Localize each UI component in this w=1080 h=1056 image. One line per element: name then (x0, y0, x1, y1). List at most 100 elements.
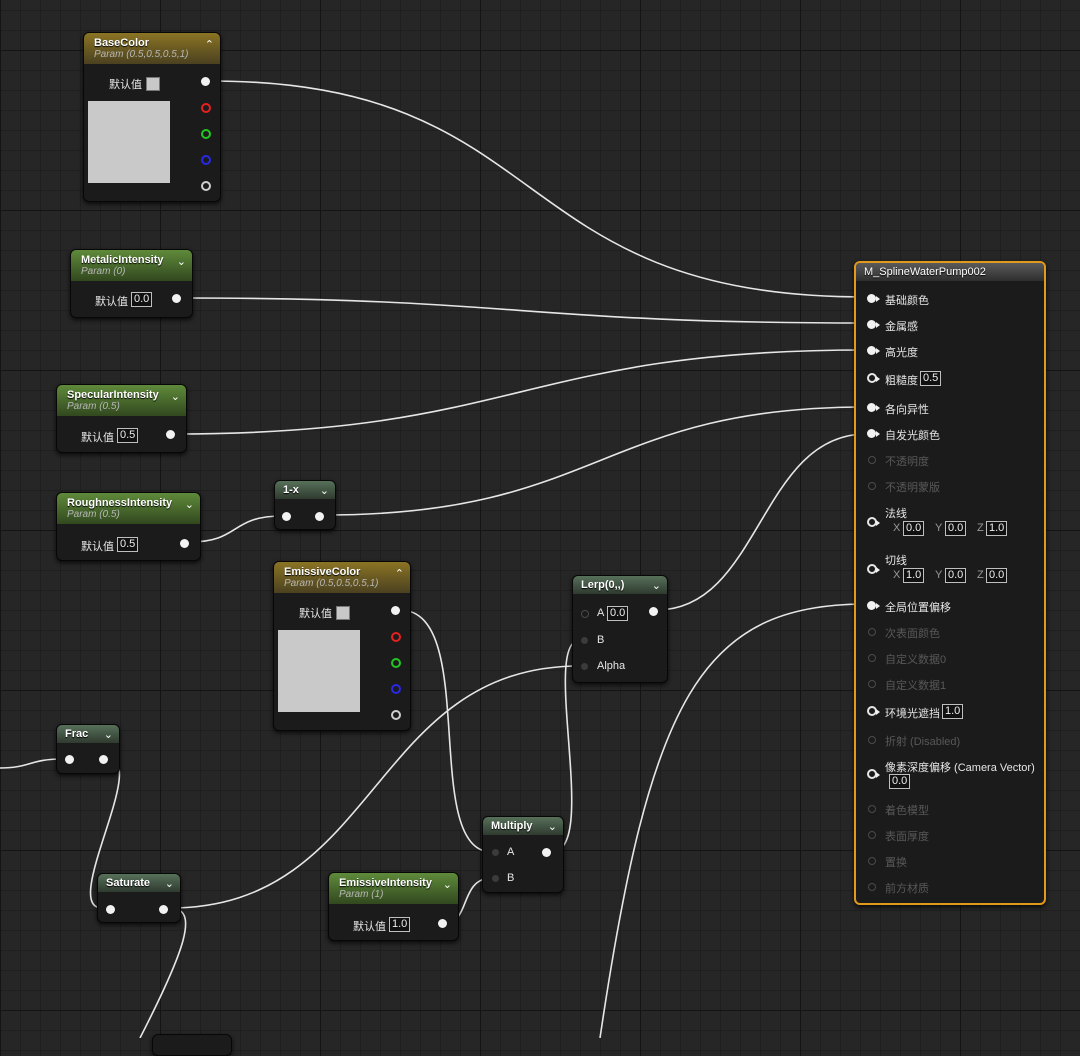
saturate-header[interactable]: Saturate ⌄ (98, 874, 180, 892)
roughness-header[interactable]: RoughnessIntensity Param (0.5) ⌄ (57, 493, 200, 524)
output-pin[interactable] (649, 607, 658, 616)
metalic-header[interactable]: MetalicIntensity Param (0) ⌄ (71, 250, 192, 281)
metalic-node[interactable]: MetalicIntensity Param (0) ⌄ 默认值 0.0 (70, 249, 193, 318)
input-pin-anisotropy[interactable] (867, 403, 876, 412)
normal-z-field[interactable]: 1.0 (986, 521, 1008, 536)
roughness-value-field[interactable]: 0.5 (117, 537, 139, 552)
input-pin[interactable] (282, 512, 291, 521)
input-pin-opacity[interactable] (868, 456, 876, 464)
input-pin-emissive[interactable] (867, 429, 876, 438)
lerp-header[interactable]: Lerp(0,,) ⌄ (573, 576, 667, 594)
output-pin[interactable] (166, 430, 175, 439)
material-result-node[interactable]: M_SplineWaterPump002 基础颜色 金属感 高光度 粗糙度 0.… (854, 261, 1046, 905)
pdo-default-field[interactable]: 0.0 (889, 774, 911, 789)
roughness-default-field[interactable]: 0.5 (920, 371, 942, 386)
output-pin-a[interactable] (201, 181, 211, 191)
emissivecolor-header[interactable]: EmissiveColor Param (0.5,0.5,0.5,1) ⌃ (274, 562, 410, 593)
output-pin-g[interactable] (201, 129, 211, 139)
output-pin[interactable] (99, 755, 108, 764)
output-pin[interactable] (542, 848, 551, 857)
input-pin-displacement[interactable] (868, 857, 876, 865)
input-pin-wpo[interactable] (867, 601, 876, 610)
input-pin-custom0[interactable] (868, 654, 876, 662)
tangent-z-field[interactable]: 0.0 (986, 568, 1008, 583)
chevron-down-icon[interactable]: ⌄ (171, 390, 180, 403)
input-pin-specular[interactable] (867, 346, 876, 355)
collapse-icon[interactable]: ⌃ (395, 567, 404, 580)
node-title: Frac (65, 728, 89, 740)
frac-header[interactable]: Frac ⌄ (57, 725, 119, 743)
output-pin-g[interactable] (391, 658, 401, 668)
output-pin-r[interactable] (391, 632, 401, 642)
input-pin-a[interactable] (581, 610, 589, 618)
output-pin-a[interactable] (391, 710, 401, 720)
multiply-header[interactable]: Multiply ⌄ (483, 817, 563, 835)
input-pin-b[interactable] (581, 637, 588, 644)
specular-value-field[interactable]: 0.5 (117, 428, 139, 443)
input-pin-alpha[interactable] (581, 663, 588, 670)
input-pin-subsurface[interactable] (868, 628, 876, 636)
chevron-down-icon[interactable]: ⌄ (185, 498, 194, 511)
emissiveintensity-value-field[interactable]: 1.0 (389, 917, 411, 932)
chevron-down-icon[interactable]: ⌄ (443, 878, 452, 891)
chevron-down-icon[interactable]: ⌄ (177, 255, 186, 268)
output-pin-rgba[interactable] (201, 77, 210, 86)
input-pin-thickness[interactable] (868, 831, 876, 839)
input-pin[interactable] (106, 905, 115, 914)
pin-label-b: B (507, 872, 515, 884)
basecolor-header[interactable]: BaseColor Param (0.5,0.5,0.5,1) ⌃ (84, 33, 220, 64)
output-pin-b[interactable] (201, 155, 211, 165)
saturate-node[interactable]: Saturate ⌄ (97, 873, 181, 923)
chevron-down-icon[interactable]: ⌄ (652, 579, 661, 592)
output-pin[interactable] (180, 539, 189, 548)
output-pin-rgba[interactable] (391, 606, 400, 615)
emissiveintensity-header[interactable]: EmissiveIntensity Param (1) ⌄ (329, 873, 458, 904)
frac-node[interactable]: Frac ⌄ (56, 724, 120, 774)
collapse-icon[interactable]: ⌃ (205, 38, 214, 51)
tangent-y-field[interactable]: 0.0 (945, 568, 967, 583)
input-pin[interactable] (65, 755, 74, 764)
node-subtitle: Param (0.5) (67, 509, 120, 520)
ao-default-field[interactable]: 1.0 (942, 704, 964, 719)
output-pin[interactable] (315, 512, 324, 521)
specular-header[interactable]: SpecularIntensity Param (0.5) ⌄ (57, 385, 186, 416)
normal-y-field[interactable]: 0.0 (945, 521, 967, 536)
chevron-down-icon[interactable]: ⌄ (320, 484, 329, 497)
output-pin[interactable] (159, 905, 168, 914)
chevron-down-icon[interactable]: ⌄ (165, 877, 174, 890)
oneminus-header[interactable]: 1-x ⌄ (275, 481, 335, 499)
lerp-a-value-field[interactable]: 0.0 (607, 606, 629, 621)
material-header[interactable]: M_SplineWaterPump002 (856, 263, 1044, 281)
multiply-node[interactable]: Multiply ⌄ A B (482, 816, 564, 893)
output-pin-r[interactable] (201, 103, 211, 113)
basecolor-node[interactable]: BaseColor Param (0.5,0.5,0.5,1) ⌃ 默认值 (83, 32, 221, 202)
input-pin-custom1[interactable] (868, 680, 876, 688)
color-swatch[interactable] (146, 77, 160, 91)
input-pin-shading-model[interactable] (868, 805, 876, 813)
output-pin[interactable] (172, 294, 181, 303)
input-pin-a[interactable] (492, 849, 499, 856)
metalic-value-field[interactable]: 0.0 (131, 292, 153, 307)
emissivecolor-node[interactable]: EmissiveColor Param (0.5,0.5,0.5,1) ⌃ 默认… (273, 561, 411, 731)
emissiveintensity-node[interactable]: EmissiveIntensity Param (1) ⌄ 默认值 1.0 (328, 872, 459, 941)
normal-x-field[interactable]: 0.0 (903, 521, 925, 536)
input-pin-base-color[interactable] (867, 294, 876, 303)
output-pin-b[interactable] (391, 684, 401, 694)
wire-basecolor (209, 80, 867, 298)
output-pin[interactable] (438, 919, 447, 928)
chevron-down-icon[interactable]: ⌄ (104, 728, 113, 741)
chevron-down-icon[interactable]: ⌄ (548, 820, 557, 833)
lerp-node[interactable]: Lerp(0,,) ⌄ A 0.0 B Alpha (572, 575, 668, 683)
input-pin-refraction[interactable] (868, 736, 876, 744)
tangent-x-field[interactable]: 1.0 (903, 568, 925, 583)
input-pin-metallic[interactable] (867, 320, 876, 329)
wire-emissivecolor-multiply (399, 609, 493, 853)
input-pin-b[interactable] (492, 875, 499, 882)
color-swatch[interactable] (336, 606, 350, 620)
roughness-node[interactable]: RoughnessIntensity Param (0.5) ⌄ 默认值 0.5 (56, 492, 201, 561)
oneminus-node[interactable]: 1-x ⌄ (274, 480, 336, 530)
offscreen-node[interactable] (152, 1034, 232, 1056)
input-pin-opacity-mask[interactable] (868, 482, 876, 490)
specular-node[interactable]: SpecularIntensity Param (0.5) ⌄ 默认值 0.5 (56, 384, 187, 453)
input-pin-front-material[interactable] (868, 883, 876, 891)
